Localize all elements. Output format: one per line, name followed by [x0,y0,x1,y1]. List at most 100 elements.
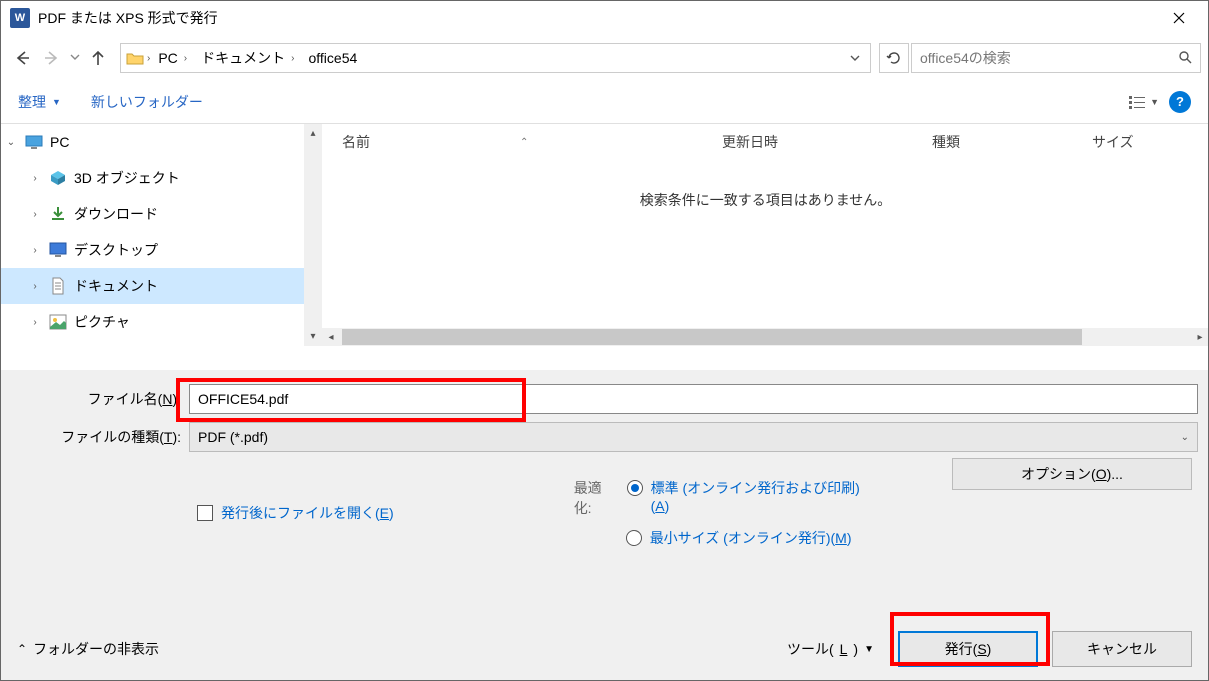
scrollbar-thumb[interactable] [342,329,1082,345]
publish-button[interactable]: 発行(S) [898,631,1038,667]
tree-item-label: 3D オブジェクト [74,168,180,188]
optimize-minimum-radio[interactable] [626,530,642,546]
tree-item-downloads[interactable]: › ダウンロード [0,196,322,232]
chevron-down-icon [70,53,80,61]
breadcrumb-documents[interactable]: ドキュメント› [195,48,300,68]
chevron-down-icon[interactable] [850,54,860,62]
breadcrumb-separator: › [147,53,150,64]
refresh-icon [886,50,902,66]
optimize-minimum-label: 最小サイズ (オンライン発行)(M) [650,528,852,548]
dialog-title: PDF または XPS 形式で発行 [38,8,218,28]
tools-menu[interactable]: ツール(L) ▼ [787,639,874,659]
filetype-label: ファイルの種類(T): [11,427,189,447]
titlebar: W PDF または XPS 形式で発行 [0,0,1209,36]
chevron-down-icon[interactable]: ⌄ [4,137,18,148]
column-type[interactable]: 種類 [932,132,1092,152]
chevron-down-icon: ▼ [864,644,874,655]
hide-folders-button[interactable]: ⌃ フォルダーの非表示 [17,639,159,659]
arrow-up-icon [89,49,107,67]
folder-icon [125,49,145,67]
nav-forward-button[interactable] [38,44,66,72]
tree-item-pictures[interactable]: › ピクチャ [0,304,322,340]
nav-up-button[interactable] [84,44,112,72]
open-after-label: 発行後にファイルを開く(E) [221,503,394,523]
chevron-right-icon[interactable]: › [28,317,42,328]
chevron-down-icon: ▼ [52,97,61,107]
refresh-button[interactable] [879,43,909,73]
optimize-standard-label: 標準 (オンライン発行および印刷)(A) [651,478,874,514]
tree-item-label: PC [50,134,69,150]
filetype-row: ファイルの種類(T): PDF (*.pdf) ⌄ [11,422,1198,452]
chevron-right-icon[interactable]: › [28,209,42,220]
chevron-right-icon[interactable]: › [28,281,42,292]
chevron-down-icon: ⌄ [1181,432,1189,443]
list-view-icon [1128,95,1146,109]
document-icon [48,277,68,295]
filename-row: ファイル名(N): [11,384,1198,414]
main-area: ⌄ PC › 3D オブジェクト › ダウンロード › デスクトップ › ドキュ… [0,124,1209,346]
address-bar[interactable]: › PC› ドキュメント› office54 [120,43,871,73]
search-icon [1178,50,1192,67]
tree-item-3d-objects[interactable]: › 3D オブジェクト [0,160,322,196]
new-folder-button[interactable]: 新しいフォルダー [91,92,203,112]
help-button[interactable]: ? [1169,91,1191,113]
chevron-right-icon[interactable]: › [28,173,42,184]
word-icon: W [10,8,30,28]
breadcrumb-pc[interactable]: PC› [152,50,193,66]
scroll-right-icon[interactable]: ▸ [1191,332,1209,343]
open-after-checkbox[interactable]: 発行後にファイルを開く(E) [197,478,394,548]
scroll-left-icon[interactable]: ◂ [322,332,340,343]
column-headers[interactable]: 名前 ⌃ 更新日時 種類 サイズ [322,124,1209,160]
tree-item-label: ダウンロード [74,204,158,224]
breadcrumb-office54[interactable]: office54 [302,50,363,66]
filename-label: ファイル名(N): [11,389,189,409]
desktop-icon [48,241,68,259]
nav-history-dropdown[interactable] [68,53,82,64]
filetype-select[interactable]: PDF (*.pdf) ⌄ [189,422,1198,452]
close-button[interactable] [1159,3,1199,33]
horizontal-scrollbar[interactable]: ◂ ▸ [322,328,1209,346]
optimize-label: 最適化: [574,478,619,518]
chevron-up-icon: ⌃ [17,642,27,656]
column-size[interactable]: サイズ [1092,132,1209,152]
search-input[interactable]: office54の検索 [911,43,1201,73]
sort-indicator-icon: ⌃ [520,137,528,148]
organize-menu[interactable]: 整理 ▼ [18,92,61,112]
footer: ⌃ フォルダーの非表示 ツール(L) ▼ 発行(S) キャンセル [1,618,1208,680]
cancel-button[interactable]: キャンセル [1052,631,1192,667]
empty-message: 検索条件に一致する項目はありません。 [322,160,1209,210]
scroll-up-icon[interactable]: ▴ [310,124,315,143]
column-date[interactable]: 更新日時 [722,132,932,152]
chevron-down-icon: ▼ [1150,97,1159,107]
tree-item-pc[interactable]: ⌄ PC [0,124,322,160]
folder-tree[interactable]: ⌄ PC › 3D オブジェクト › ダウンロード › デスクトップ › ドキュ… [0,124,322,346]
optimize-group: 最適化: 標準 (オンライン発行および印刷)(A) 最小サイズ (オンライン発行… [574,478,874,548]
view-options-button[interactable]: ▼ [1128,95,1159,109]
tree-item-label: ピクチャ [74,312,130,332]
chevron-right-icon[interactable]: › [28,245,42,256]
tree-item-label: ドキュメント [74,276,158,296]
cube-icon [48,169,68,187]
column-name[interactable]: 名前 ⌃ [342,132,722,152]
scroll-down-icon[interactable]: ▾ [310,327,315,346]
checkbox-icon [197,505,213,521]
navbar: › PC› ドキュメント› office54 office54の検索 [0,36,1209,80]
pc-icon [24,133,44,151]
arrow-left-icon [13,49,31,67]
toolbar: 整理 ▼ 新しいフォルダー ▼ ? [0,80,1209,124]
close-icon [1173,12,1185,24]
bottom-panel: ファイル名(N): ファイルの種類(T): PDF (*.pdf) ⌄ 発行後に… [1,370,1208,680]
options-button[interactable]: オプション(O)... [952,458,1192,490]
file-list[interactable]: 名前 ⌃ 更新日時 種類 サイズ 検索条件に一致する項目はありません。 ◂ ▸ [322,124,1209,346]
download-icon [48,205,68,223]
search-placeholder: office54の検索 [920,48,1178,68]
tree-item-documents[interactable]: › ドキュメント [0,268,322,304]
tree-scrollbar[interactable]: ▴ ▾ [304,124,322,346]
optimize-standard-radio[interactable] [627,480,643,496]
tree-item-label: デスクトップ [74,240,158,260]
nav-back-button[interactable] [8,44,36,72]
filename-input[interactable] [189,384,1198,414]
arrow-right-icon [43,49,61,67]
tree-item-desktop[interactable]: › デスクトップ [0,232,322,268]
pictures-icon [48,313,68,331]
